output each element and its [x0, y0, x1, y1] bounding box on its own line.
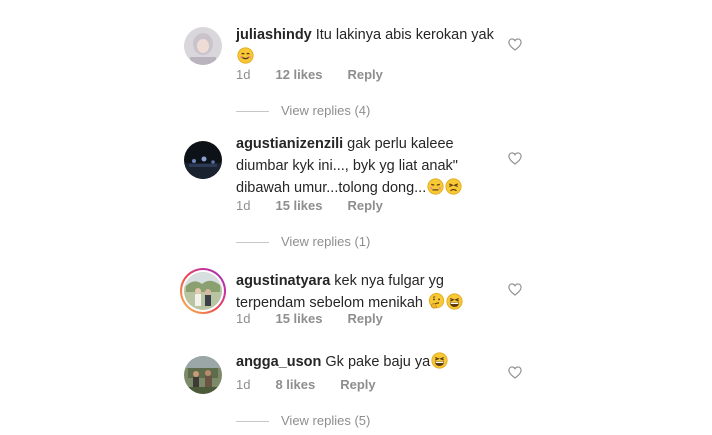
unamused-face-icon [427, 178, 444, 202]
avatar-image [184, 272, 222, 310]
comment-body: agustianizenzili gak perlu kaleee diumbar… [236, 133, 496, 202]
reply-button[interactable]: Reply [347, 67, 382, 82]
replies-divider [236, 111, 269, 113]
replies-divider [236, 242, 269, 244]
heart-icon[interactable] [508, 366, 522, 379]
comment-likes[interactable]: 15 likes [275, 198, 322, 213]
comment-username[interactable]: angga_uson [236, 354, 321, 370]
avatar-image [184, 27, 222, 65]
avatar-angga-uson[interactable] [184, 356, 222, 394]
thinking-face-icon [428, 293, 445, 317]
comment-age: 1d [236, 67, 251, 82]
comment-age: 1d [236, 198, 251, 213]
heart-icon[interactable] [508, 283, 522, 296]
reply-button[interactable]: Reply [340, 377, 375, 392]
heart-icon[interactable] [508, 152, 522, 165]
comment-body: agustinatyara kek nya fulgar yg terpendam… [236, 270, 496, 317]
comment-text: Gk pake baju ya [325, 354, 431, 370]
comment-likes[interactable]: 8 likes [275, 377, 315, 392]
replies-divider [236, 421, 269, 423]
heart-icon[interactable] [508, 38, 522, 51]
view-replies-link[interactable]: View replies (1) [236, 234, 370, 249]
avatar-juliashindy[interactable] [184, 27, 222, 65]
comment-text: Itu lakinya abis kerokan yak [315, 27, 494, 43]
comment-meta: 1d 8 likes Reply [236, 377, 401, 392]
comment-meta: 1d 15 likes Reply [236, 198, 408, 213]
story-ring [182, 270, 224, 312]
persevering-face-icon [445, 178, 462, 202]
comment-meta: 1d 12 likes Reply [236, 67, 408, 82]
reply-button[interactable]: Reply [347, 311, 382, 326]
grinning-squinting-face-icon [446, 293, 463, 317]
comment-body: angga_uson Gk pake baju ya [236, 351, 496, 376]
comment-likes[interactable]: 12 likes [275, 67, 322, 82]
avatar-agustianizenzili[interactable] [184, 141, 222, 179]
view-replies-label: View replies (4) [281, 103, 371, 118]
comment-age: 1d [236, 377, 251, 392]
comment-age: 1d [236, 311, 251, 326]
view-replies-link[interactable]: View replies (5) [236, 413, 370, 428]
comment-meta: 1d 15 likes Reply [236, 311, 408, 326]
view-replies-label: View replies (1) [281, 234, 371, 249]
comment-username[interactable]: agustinatyara [236, 273, 330, 289]
view-replies-link[interactable]: View replies (4) [236, 103, 370, 118]
grinning-squinting-face-icon [431, 352, 448, 376]
avatar-image [184, 356, 222, 394]
comment-username[interactable]: agustianizenzili [236, 136, 343, 152]
comment-likes[interactable]: 15 likes [275, 311, 322, 326]
comment-body: juliashindy Itu lakinya abis kerokan yak [236, 24, 496, 71]
avatar-image [184, 141, 222, 179]
reply-button[interactable]: Reply [347, 198, 382, 213]
comment-username[interactable]: juliashindy [236, 27, 312, 43]
avatar-agustinatyara[interactable] [180, 268, 226, 314]
view-replies-label: View replies (5) [281, 413, 371, 428]
